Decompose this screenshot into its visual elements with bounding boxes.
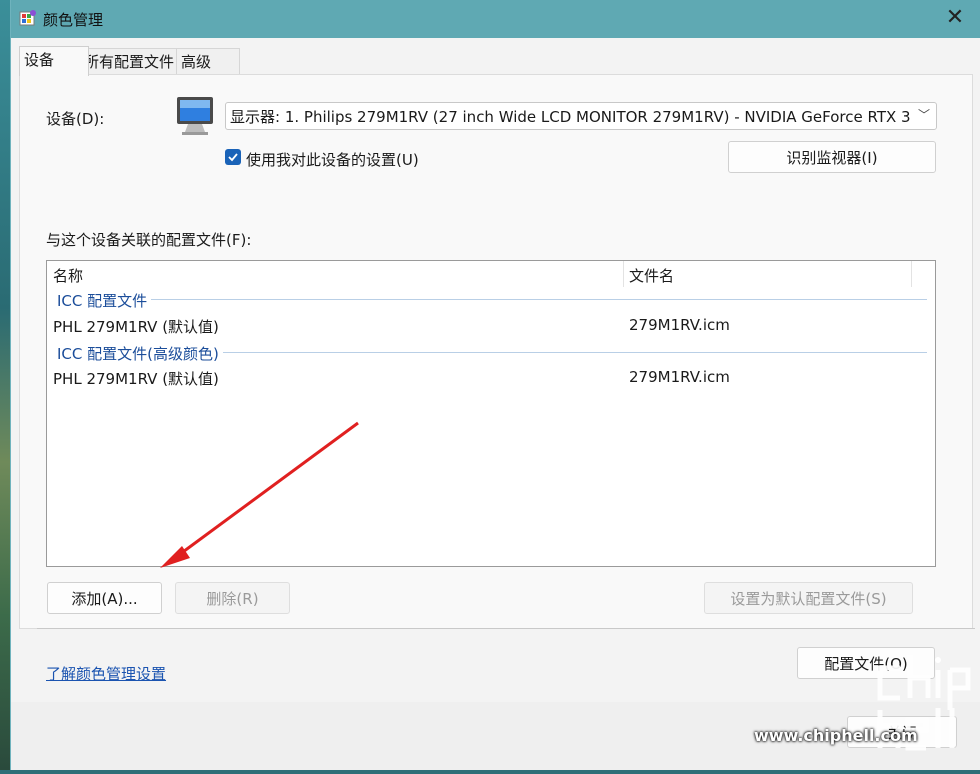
device-label: 设备(D):: [46, 110, 105, 128]
use-my-settings-checkbox[interactable]: [225, 149, 241, 165]
chevron-down-icon: ﹀: [917, 108, 930, 122]
remove-profile-button[interactable]: 删除(R): [175, 582, 290, 614]
chiphell-watermark: www.chiphell.com: [750, 650, 980, 770]
window-title: 颜色管理: [43, 11, 104, 29]
monitor-icon: [177, 97, 213, 135]
column-divider: [911, 261, 912, 287]
associated-profiles-label: 与这个设备关联的配置文件(F):: [46, 231, 252, 249]
profile-row-name[interactable]: PHL 279M1RV (默认值): [53, 316, 219, 337]
color-management-icon: [19, 10, 36, 26]
tab-advanced[interactable]: 高级: [176, 48, 240, 75]
group-header-icc: ICC 配置文件: [57, 290, 152, 311]
column-header-file[interactable]: 文件名: [629, 265, 674, 286]
tab-all-profiles[interactable]: 所有配置文件: [79, 48, 185, 75]
profile-row-file[interactable]: 279M1RV.icm: [629, 368, 730, 386]
column-divider: [623, 261, 624, 287]
device-select-value: 显示器: 1. Philips 279M1RV (27 inch Wide LC…: [230, 108, 910, 126]
group-divider: [57, 299, 927, 300]
set-default-profile-button[interactable]: 设置为默认配置文件(S): [704, 582, 913, 614]
divider: [37, 628, 975, 629]
checkmark-icon: [228, 153, 238, 162]
profile-row-file[interactable]: 279M1RV.icm: [629, 316, 730, 334]
close-icon[interactable]: ✕: [943, 6, 967, 30]
column-header-name[interactable]: 名称: [53, 265, 83, 286]
profiles-list[interactable]: 名称 文件名 ICC 配置文件 PHL 279M1RV (默认值) 279M1R…: [46, 260, 936, 567]
identify-monitors-button[interactable]: 识别监视器(I): [728, 141, 936, 173]
use-my-settings-label[interactable]: 使用我对此设备的设置(U): [246, 149, 419, 170]
profile-row-name[interactable]: PHL 279M1RV (默认值): [53, 368, 219, 389]
learn-color-management-link[interactable]: 了解颜色管理设置: [46, 663, 166, 684]
watermark-url: www.chiphell.com: [754, 726, 918, 745]
add-profile-button[interactable]: 添加(A)...: [47, 582, 162, 614]
chiphell-logo-icon: [877, 655, 971, 751]
tab-devices[interactable]: 设备: [19, 46, 89, 76]
device-select[interactable]: 显示器: 1. Philips 279M1RV (27 inch Wide LC…: [225, 102, 937, 130]
title-bar: 颜色管理 ✕: [11, 0, 980, 38]
group-header-icc-advanced: ICC 配置文件(高级颜色): [57, 343, 223, 364]
